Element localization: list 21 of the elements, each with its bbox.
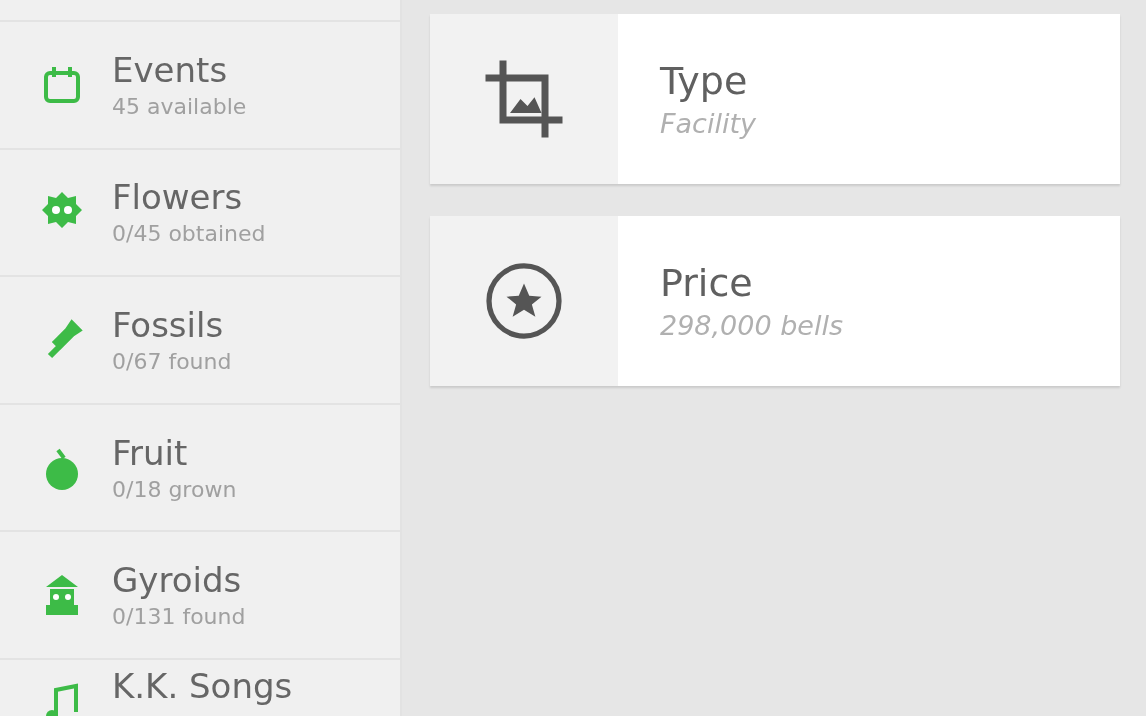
detail-label: Price xyxy=(660,260,754,307)
category-item[interactable]: Fruit 0/18 grown xyxy=(0,404,400,533)
category-count: 0/67 found xyxy=(112,347,232,376)
category-title: Flowers xyxy=(112,176,244,220)
category-title: Fossils xyxy=(112,303,225,347)
category-title: Events xyxy=(112,48,229,92)
category-count: 0/45 obtained xyxy=(112,220,266,249)
category-item[interactable]: Fossils 0/67 found xyxy=(0,277,400,405)
detail-value: 298,000 bells xyxy=(660,309,844,343)
category-item[interactable]: Flowers 0/45 obtained xyxy=(0,149,400,278)
detail-value: Facility xyxy=(660,107,756,141)
category-count: 0/18 grown xyxy=(112,475,237,504)
category-title: K.K. Songs xyxy=(112,665,293,708)
category-item[interactable]: K.K. Songs xyxy=(0,660,400,716)
category-title: Fruit xyxy=(112,431,189,475)
category-item[interactable]: Events 45 available xyxy=(0,21,400,150)
category-count: 0/131 found xyxy=(112,603,246,632)
category-count: 45 available xyxy=(112,92,247,121)
category-item[interactable]: Gyroids 0/131 found xyxy=(0,532,400,660)
category-title: Gyroids xyxy=(112,559,243,603)
detail-label: Type xyxy=(660,58,749,105)
